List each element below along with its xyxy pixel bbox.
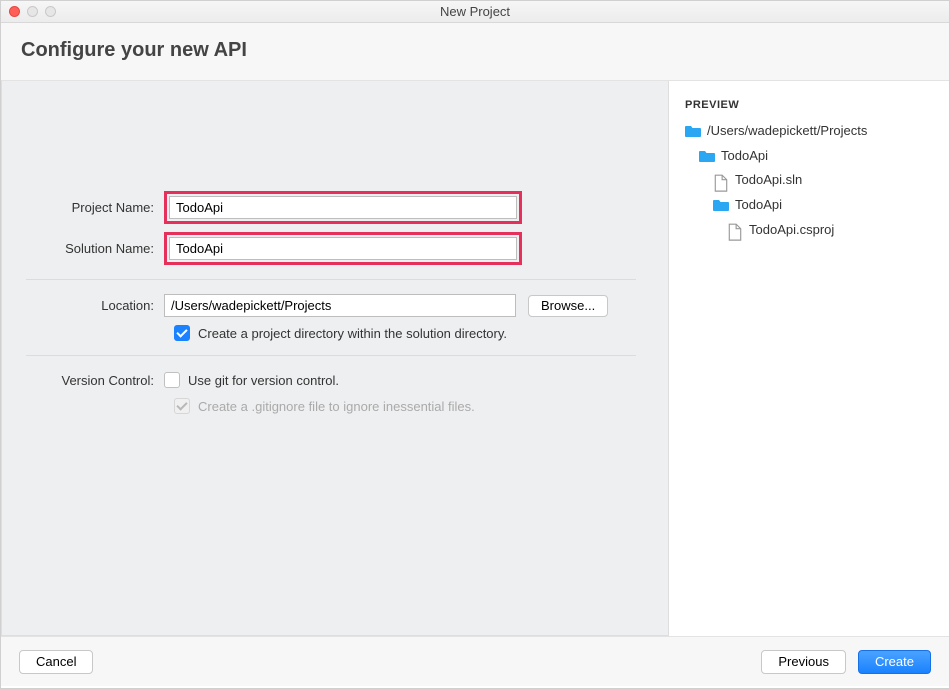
folder-icon — [699, 149, 715, 163]
file-icon — [713, 174, 729, 188]
version-control-label: Version Control: — [26, 373, 164, 388]
preview-tree: /Users/wadepickett/Projects TodoApi Todo… — [685, 119, 933, 242]
preview-panel: PREVIEW /Users/wadepickett/Projects Todo… — [669, 81, 949, 636]
folder-icon — [685, 124, 701, 138]
solution-name-highlight — [164, 232, 522, 265]
file-icon — [727, 223, 743, 237]
tree-label: TodoApi.csproj — [749, 218, 834, 243]
create-directory-label: Create a project directory within the so… — [198, 326, 507, 341]
footer: Cancel Previous Create — [1, 636, 949, 686]
solution-name-label: Solution Name: — [26, 241, 164, 256]
gitignore-label: Create a .gitignore file to ignore iness… — [198, 399, 475, 414]
location-label: Location: — [26, 298, 164, 313]
project-name-highlight — [164, 191, 522, 224]
tree-folder: TodoApi — [685, 193, 933, 218]
gitignore-checkbox — [174, 398, 190, 414]
divider — [26, 355, 636, 356]
tree-label: TodoApi — [721, 144, 768, 169]
titlebar: New Project — [1, 1, 949, 23]
cancel-button[interactable]: Cancel — [19, 650, 93, 674]
tree-folder-root: /Users/wadepickett/Projects — [685, 119, 933, 144]
solution-name-input[interactable] — [169, 237, 517, 260]
folder-icon — [713, 198, 729, 212]
preview-title: PREVIEW — [685, 99, 933, 111]
page-title: Configure your new API — [21, 39, 929, 62]
tree-folder: TodoApi — [685, 144, 933, 169]
use-git-label: Use git for version control. — [188, 373, 339, 388]
tree-label: TodoApi.sln — [735, 168, 802, 193]
tree-file: TodoApi.csproj — [685, 218, 933, 243]
create-button[interactable]: Create — [858, 650, 931, 674]
divider — [26, 279, 636, 280]
previous-button[interactable]: Previous — [761, 650, 846, 674]
browse-button[interactable]: Browse... — [528, 295, 608, 317]
project-name-label: Project Name: — [26, 200, 164, 215]
project-name-input[interactable] — [169, 196, 517, 219]
create-directory-checkbox[interactable] — [174, 325, 190, 341]
tree-label: /Users/wadepickett/Projects — [707, 119, 867, 144]
tree-file: TodoApi.sln — [685, 168, 933, 193]
window-title: New Project — [1, 4, 949, 19]
tree-label: TodoApi — [735, 193, 782, 218]
use-git-checkbox[interactable] — [164, 372, 180, 388]
location-input[interactable] — [164, 294, 516, 317]
form-panel: Project Name: Solution Name: Location: B… — [1, 81, 669, 636]
page-header: Configure your new API — [1, 23, 949, 81]
